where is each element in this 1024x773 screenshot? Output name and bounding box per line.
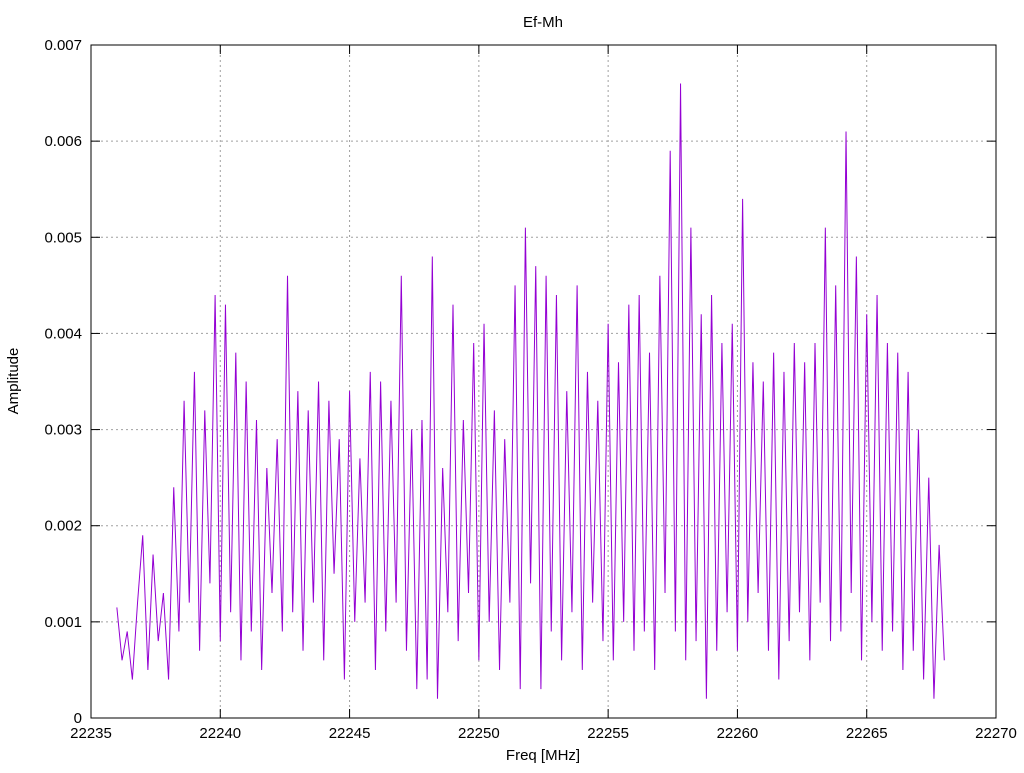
y-tick-label: 0.001 xyxy=(44,614,82,631)
y-tick-label: 0.007 xyxy=(44,37,82,54)
y-tick-label: 0 xyxy=(74,710,82,727)
x-tick-label: 22260 xyxy=(717,725,759,742)
series-line xyxy=(117,83,944,698)
x-tick-label: 22255 xyxy=(587,725,629,742)
series-layer xyxy=(117,83,944,698)
y-tick-label: 0.003 xyxy=(44,422,82,439)
y-tick-label: 0.006 xyxy=(44,133,82,150)
x-tick-label: 22245 xyxy=(329,725,371,742)
chart-title: Ef-Mh xyxy=(523,14,563,31)
x-tick-label: 22270 xyxy=(975,725,1017,742)
x-tick-label: 22235 xyxy=(70,725,112,742)
x-tick-label: 22240 xyxy=(199,725,241,742)
x-tick-label: 22265 xyxy=(846,725,888,742)
ticks: 22235 22240 22245 22250 22255 22260 22265 22270… xyxy=(44,37,1016,742)
chart: 22235 22240 22245 22250 22255 22260 22265 22270… xyxy=(0,0,1024,768)
y-tick-label: 0.002 xyxy=(44,518,82,535)
x-tick-label: 22250 xyxy=(458,725,500,742)
y-axis-label: Amplitude xyxy=(5,348,22,415)
x-axis-label: Freq [MHz] xyxy=(506,747,580,764)
y-tick-label: 0.004 xyxy=(44,325,82,342)
y-tick-label: 0.005 xyxy=(44,229,82,246)
